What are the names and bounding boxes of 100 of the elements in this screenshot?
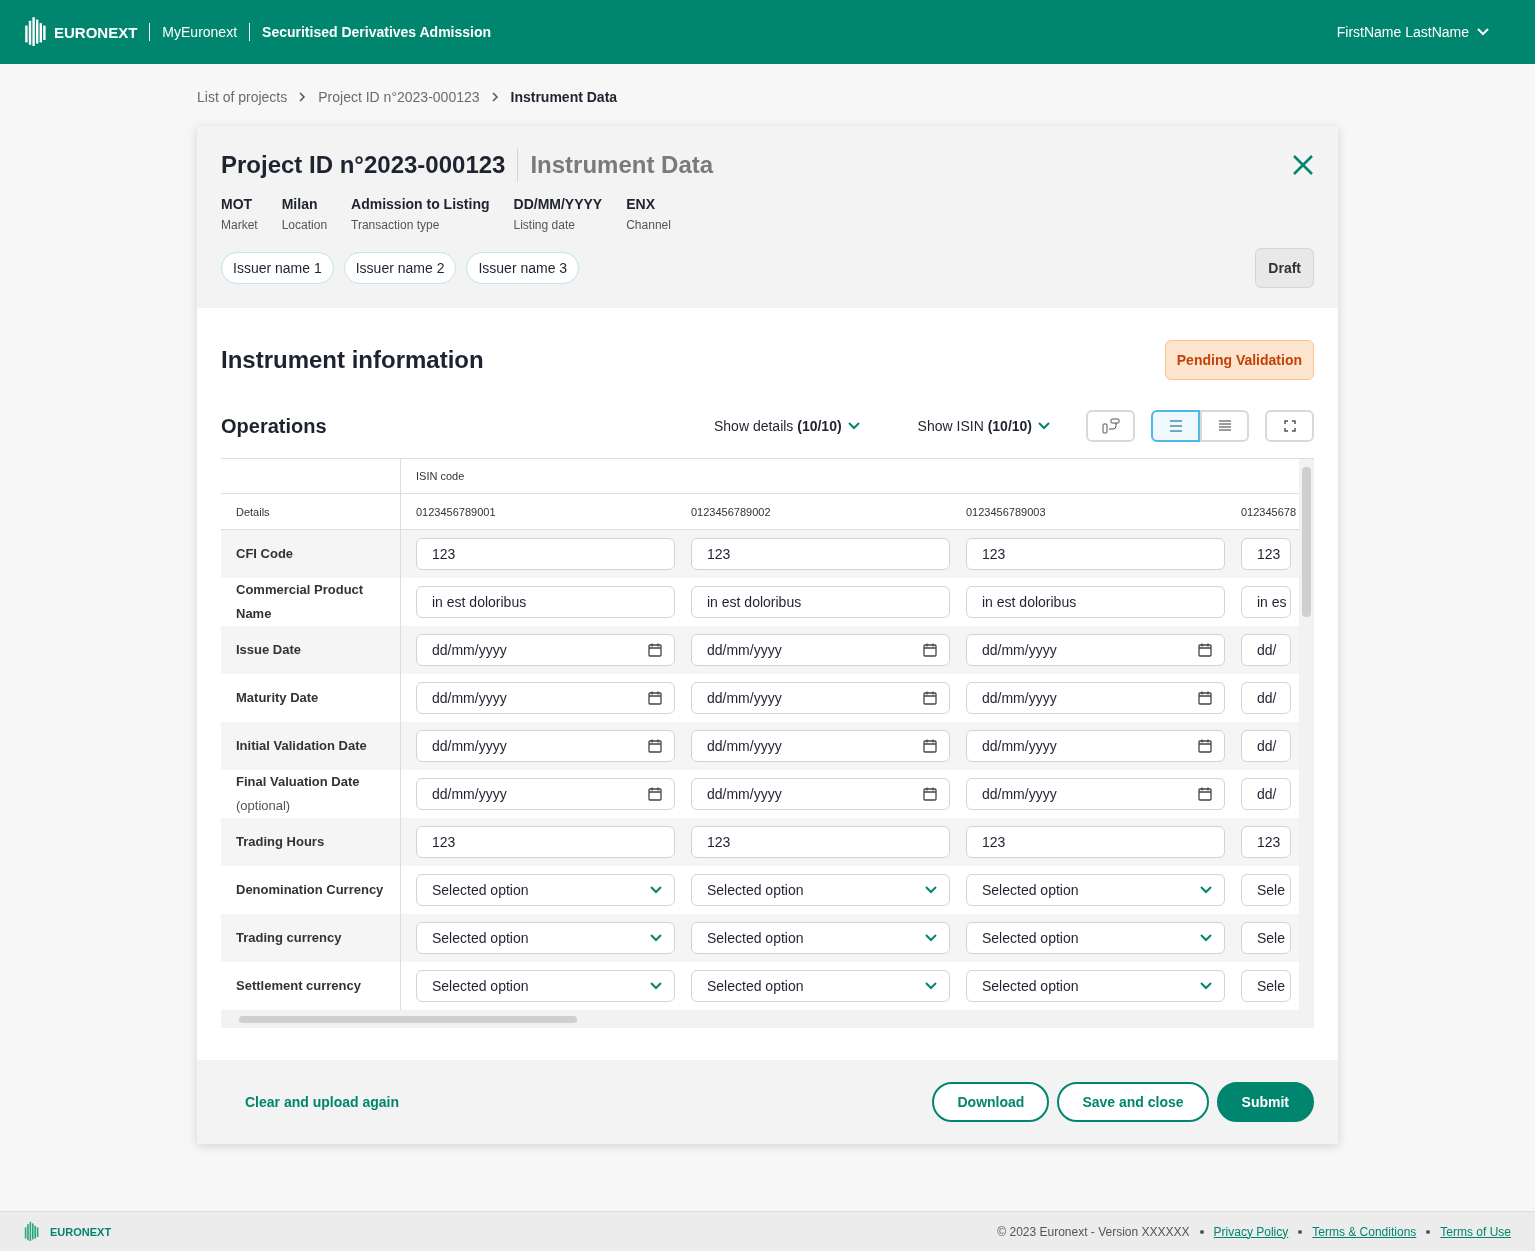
calendar-icon	[1198, 643, 1212, 657]
select-dropdown[interactable]: Sele	[1241, 874, 1291, 906]
date-field[interactable]: dd/	[1241, 682, 1291, 714]
row-label: Commercial Product Name	[236, 581, 365, 623]
breadcrumb-link[interactable]: List of projects	[197, 89, 288, 105]
date-field[interactable]: dd/mm/yyyy	[691, 682, 950, 714]
chevron-down-icon	[1200, 982, 1212, 990]
date-field[interactable]: dd/mm/yyyy	[966, 634, 1225, 666]
date-field[interactable]: dd/mm/yyyy	[416, 634, 675, 666]
portal-name: MyEuronext	[162, 24, 238, 40]
rotate-view-button[interactable]	[1086, 410, 1135, 442]
action-button[interactable]: Download	[932, 1082, 1050, 1122]
calendar-icon	[648, 787, 662, 801]
input-field[interactable]: 123	[966, 826, 1225, 858]
input-field[interactable]: 123	[966, 538, 1225, 570]
date-field[interactable]: dd/mm/yyyy	[416, 778, 675, 810]
vertical-scrollbar[interactable]	[1299, 459, 1314, 1010]
calendar-icon	[1198, 787, 1212, 801]
user-menu[interactable]: FirstName LastName	[1330, 23, 1495, 41]
footer-link[interactable]: Terms of Use	[1440, 1224, 1511, 1239]
input-field[interactable]: in est doloribus	[416, 586, 675, 618]
show-isin-dropdown[interactable]: Show ISIN (10/10)	[911, 417, 1056, 435]
select-dropdown[interactable]: Selected option	[966, 874, 1225, 906]
brand-name: EURONEXT	[54, 23, 138, 41]
select-dropdown[interactable]: Sele	[1241, 970, 1291, 1002]
fullscreen-button[interactable]	[1265, 410, 1314, 442]
row-label: Maturity Date	[236, 689, 320, 707]
fact-value: DD/MM/YYYY	[513, 196, 603, 212]
breadcrumb-link[interactable]: Instrument Data	[510, 89, 618, 105]
comfortable-view-button[interactable]	[1151, 410, 1200, 442]
date-field[interactable]: dd/mm/yyyy	[691, 730, 950, 762]
issuer-chip: Issuer name 2	[343, 252, 457, 284]
date-field[interactable]: dd/mm/yyyy	[966, 730, 1225, 762]
breadcrumb-link[interactable]: Project ID n°2023-000123	[318, 89, 480, 105]
input-field[interactable]: in es	[1241, 586, 1291, 618]
footer-link[interactable]: Privacy Policy	[1213, 1224, 1289, 1239]
chevron-down-icon	[1200, 934, 1212, 942]
column-header: Details	[236, 505, 271, 518]
chevron-down-icon	[650, 886, 662, 894]
column-header: 012345678	[1241, 505, 1297, 518]
project-title: Project ID n°2023-000123	[221, 151, 506, 179]
compact-view-button[interactable]	[1200, 410, 1249, 442]
chevron-down-icon	[1200, 886, 1212, 894]
date-field[interactable]: dd/mm/yyyy	[691, 778, 950, 810]
fact-label: Listing date	[513, 218, 576, 232]
input-field[interactable]: 123	[416, 826, 675, 858]
date-field[interactable]: dd/mm/yyyy	[416, 730, 675, 762]
date-field[interactable]: dd/	[1241, 730, 1291, 762]
select-dropdown[interactable]: Selected option	[966, 922, 1225, 954]
calendar-icon	[923, 691, 937, 705]
date-field[interactable]: dd/mm/yyyy	[966, 682, 1225, 714]
input-field[interactable]: in est doloribus	[691, 586, 950, 618]
select-dropdown[interactable]: Selected option	[416, 970, 675, 1002]
euronext-logo-icon	[24, 16, 48, 48]
row-label: Trading Hours	[236, 833, 326, 851]
date-field[interactable]: dd/	[1241, 778, 1291, 810]
input-field[interactable]: 123	[691, 538, 950, 570]
chevron-down-icon	[925, 886, 937, 894]
select-dropdown[interactable]: Selected option	[691, 874, 950, 906]
input-field[interactable]: 123	[416, 538, 675, 570]
select-dropdown[interactable]: Selected option	[416, 874, 675, 906]
row-label: Initial Validation Date	[236, 737, 368, 755]
select-dropdown[interactable]: Sele	[1241, 922, 1291, 954]
column-header: 0123456789002	[691, 505, 771, 518]
date-field[interactable]: dd/mm/yyyy	[966, 778, 1225, 810]
operations-title: Operations	[221, 414, 327, 438]
rotate-icon	[1101, 418, 1120, 434]
select-dropdown[interactable]: Selected option	[966, 970, 1225, 1002]
submit-button[interactable]: Submit	[1216, 1082, 1314, 1122]
action-button[interactable]: Save and close	[1057, 1082, 1209, 1122]
input-field[interactable]: 123	[691, 826, 950, 858]
page-subtitle: Instrument Data	[517, 148, 714, 182]
horizontal-scrollbar[interactable]	[221, 1010, 1314, 1028]
select-dropdown[interactable]: Selected option	[691, 922, 950, 954]
select-dropdown[interactable]: Selected option	[691, 970, 950, 1002]
date-field[interactable]: dd/	[1241, 634, 1291, 666]
fact-value: MOT	[221, 196, 254, 212]
row-label: Denomination Currency	[236, 881, 385, 899]
calendar-icon	[923, 643, 937, 657]
chevron-down-icon	[1038, 422, 1050, 430]
app-title: Securitised Derivatives Admission	[262, 24, 492, 40]
fact-value: Admission to Listing	[351, 196, 490, 212]
calendar-icon	[923, 739, 937, 753]
calendar-icon	[648, 739, 662, 753]
input-field[interactable]: in est doloribus	[966, 586, 1225, 618]
select-dropdown[interactable]: Selected option	[416, 922, 675, 954]
input-field[interactable]: 123	[1241, 826, 1291, 858]
clear-upload-link[interactable]: Clear and upload again	[245, 1094, 400, 1110]
close-button[interactable]	[1292, 154, 1314, 176]
date-field[interactable]: dd/mm/yyyy	[691, 634, 950, 666]
input-field[interactable]: 123	[1241, 538, 1291, 570]
fact-label: Transaction type	[351, 218, 441, 232]
footer-link[interactable]: Terms & Conditions	[1312, 1224, 1417, 1239]
row-label: Issue Date	[236, 641, 303, 659]
column-group-header: ISIN code	[416, 470, 465, 482]
fact-value: Milan	[281, 196, 319, 212]
row-label: CFI Code	[236, 545, 295, 563]
show-details-dropdown[interactable]: Show details (10/10)	[707, 417, 866, 435]
row-label: Settlement currency	[236, 977, 362, 995]
date-field[interactable]: dd/mm/yyyy	[416, 682, 675, 714]
